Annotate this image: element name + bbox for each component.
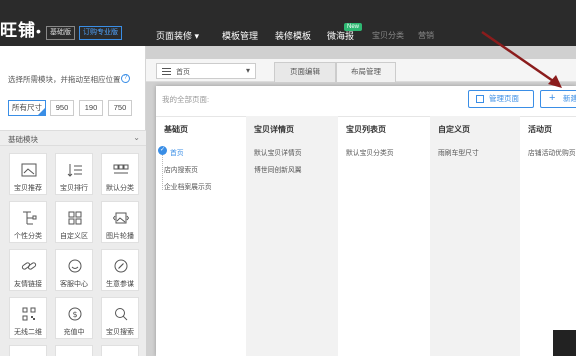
module-tile[interactable]: 无线二维: [9, 297, 47, 339]
question-circle-icon[interactable]: ?: [121, 74, 130, 83]
selected-check-icon: [38, 108, 45, 115]
column-header: 自定义页: [438, 125, 470, 134]
module-grid: 宝贝推荐 宝贝排行 默认分类 个性分类 自定义区 图片轮播 友情链接 客服中心 …: [0, 146, 146, 356]
nav-micro-poster[interactable]: 微海报: [327, 30, 354, 42]
page-link[interactable]: 企业档案展示页: [164, 181, 212, 191]
page-link-home[interactable]: 首页: [170, 147, 184, 157]
module-tile[interactable]: [9, 345, 47, 356]
shop-logo: 旺铺: [0, 21, 36, 40]
module-label: 自定义区: [60, 233, 88, 240]
module-instruction: 选择所需模块，并拖动至相应位置: [8, 75, 121, 84]
category-header-basic[interactable]: 基础模块 ⌄: [0, 130, 146, 146]
nav-page-decoration[interactable]: 页面装修 ▾: [156, 30, 199, 42]
svg-text:$: $: [72, 310, 77, 319]
page-column-basic: 基础页 ✓ 首页 店内搜索页 企业档案展示页: [156, 116, 246, 356]
module-tile[interactable]: 友情链接: [9, 249, 47, 291]
page-column-activity: 活动页 店铺活动优购页: [520, 116, 576, 356]
nav-template-management[interactable]: 模板管理: [222, 30, 258, 42]
grid-category-icon: [113, 164, 129, 174]
page-column-item-detail: 宝贝详情页 默认宝贝详情页 博世同创新风翼: [246, 116, 338, 356]
nav-decoration-templates[interactable]: 装修模板: [275, 30, 311, 42]
logo-dot: •: [36, 23, 41, 39]
four-squares-icon: [68, 211, 82, 225]
selected-check-icon: ✓: [158, 146, 167, 155]
size-filter-all[interactable]: 所有尺寸: [8, 100, 46, 116]
module-label: 宝贝推荐: [14, 185, 42, 192]
module-label: 客服中心: [60, 281, 88, 288]
chevron-down-icon: ⌄: [133, 133, 140, 142]
pages-dropdown-panel: 我的全部页面: 管理页面 + 新建 基础页 ✓ 首页 店内搜索页 企业档案展示页…: [156, 86, 576, 356]
module-tile[interactable]: 生意参谋: [101, 249, 139, 291]
corner-overlay: [553, 330, 576, 356]
module-tile[interactable]: 宝贝推荐: [9, 153, 47, 195]
module-label: 充值中: [63, 329, 85, 336]
annotation-arrow: [481, 30, 562, 88]
module-panel: 选择所需模块，并拖动至相应位置 ? 所有尺寸 950 190 750 基础模块 …: [0, 46, 146, 356]
module-tile[interactable]: 个性分类: [9, 201, 47, 243]
nav-page-decoration-label: 页面装修: [156, 31, 193, 41]
upgrade-pro-link[interactable]: 订购专业版: [79, 26, 122, 40]
tab-layout-management[interactable]: 布局管理: [336, 62, 396, 82]
chevron-down-icon: ▾: [194, 31, 200, 41]
module-label: 宝贝搜索: [106, 329, 134, 336]
module-label: 宝贝排行: [60, 185, 88, 192]
page-link[interactable]: 店铺活动优购页: [528, 147, 576, 157]
size-filter-750[interactable]: 750: [108, 100, 132, 116]
hamburger-icon: [162, 68, 171, 75]
new-badge: New: [344, 23, 363, 31]
category-label: 基础模块: [8, 135, 38, 144]
tree-guide-line: [162, 150, 163, 190]
nav-item-categories[interactable]: 宝贝分类: [372, 30, 404, 42]
nav-marketing[interactable]: 营销: [418, 30, 434, 42]
module-tile[interactable]: [55, 345, 93, 356]
column-header: 宝贝详情页: [254, 125, 294, 134]
module-label: 友情链接: [14, 281, 42, 288]
module-tile[interactable]: [101, 345, 139, 356]
column-header: 宝贝列表页: [346, 125, 386, 134]
basic-version-badge: 基础版: [46, 26, 75, 40]
link-chain-icon: [21, 262, 37, 270]
module-tile[interactable]: 图片轮播: [101, 201, 139, 243]
module-label: 默认分类: [106, 185, 134, 192]
search-icon: [115, 308, 128, 321]
column-header: 基础页: [164, 125, 188, 134]
column-header: 活动页: [528, 125, 552, 134]
size-filter-950[interactable]: 950: [50, 100, 74, 116]
chevron-down-icon: ▾: [245, 66, 250, 75]
qr-code-icon: [22, 307, 36, 321]
recharge-coin-icon: $: [68, 307, 82, 321]
module-label: 生意参谋: [106, 281, 134, 288]
compass-icon: [114, 259, 128, 273]
page-link[interactable]: 博世同创新风翼: [254, 164, 302, 174]
customer-service-icon: [68, 259, 82, 273]
page-selector-value: 首页: [176, 69, 190, 76]
tab-page-edit[interactable]: 页面编辑: [274, 62, 336, 82]
module-label: 图片轮播: [106, 233, 134, 240]
custom-category-icon: [23, 211, 37, 225]
module-label: 个性分类: [14, 233, 42, 240]
image-frame-icon: [21, 163, 37, 177]
page-column-custom: 自定义页 雨刷车型尺寸: [430, 116, 520, 356]
module-tile[interactable]: 客服中心: [55, 249, 93, 291]
sort-list-icon: [67, 164, 82, 177]
page-link[interactable]: 默认宝贝详情页: [254, 147, 302, 157]
module-tile[interactable]: 宝贝排行: [55, 153, 93, 195]
page-link[interactable]: 默认宝贝分类页: [346, 147, 394, 157]
page-link[interactable]: 店内搜索页: [164, 164, 198, 174]
all-pages-title: 我的全部页面:: [162, 95, 210, 104]
module-label: 无线二维: [14, 329, 42, 336]
module-tile[interactable]: 默认分类: [101, 153, 139, 195]
page-selector[interactable]: 首页 ▾: [156, 63, 256, 79]
page-column-item-list: 宝贝列表页 默认宝贝分类页: [338, 116, 430, 356]
page-link[interactable]: 雨刷车型尺寸: [438, 147, 479, 157]
size-filter-190[interactable]: 190: [79, 100, 103, 116]
module-tile[interactable]: 宝贝搜索: [101, 297, 139, 339]
module-tile[interactable]: 自定义区: [55, 201, 93, 243]
module-tile[interactable]: $ 充值中: [55, 297, 93, 339]
image-carousel-icon: [113, 212, 129, 224]
